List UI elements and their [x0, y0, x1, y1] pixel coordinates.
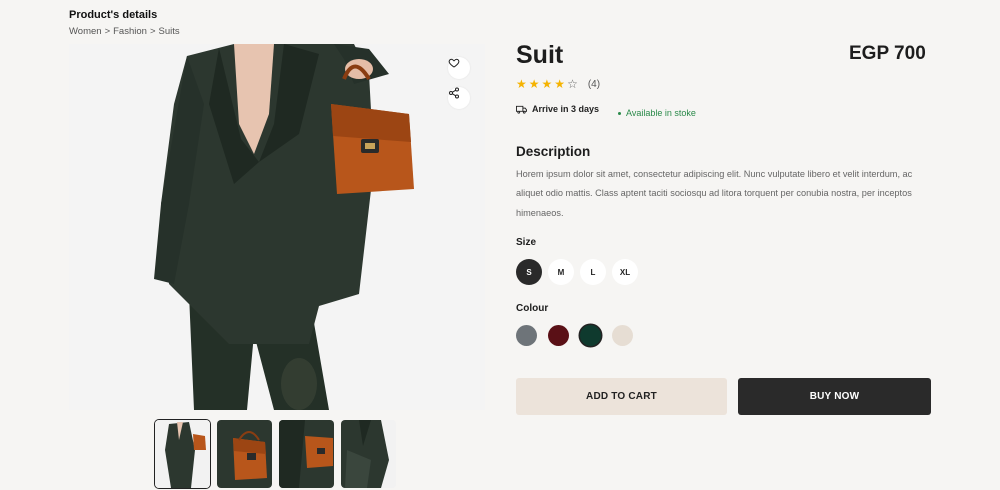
- breadcrumb-separator: >: [104, 26, 111, 37]
- add-to-cart-button[interactable]: ADD TO CART: [516, 378, 727, 415]
- thumbnail-4[interactable]: [341, 420, 396, 488]
- thumbnail-image: [279, 420, 334, 488]
- page-header: Product's details Women > Fashion > Suits: [69, 9, 180, 37]
- delivery-info: Arrive in 3 days: [516, 104, 599, 114]
- share-icon: [449, 87, 459, 99]
- star-icon: ★: [541, 77, 553, 91]
- thumbnail-image: [155, 420, 210, 488]
- size-option-l[interactable]: L: [580, 259, 606, 285]
- star-icon: ★: [528, 77, 540, 91]
- thumbnail-3[interactable]: [279, 420, 334, 488]
- breadcrumb-item-suits: Suits: [158, 26, 180, 37]
- buy-now-button[interactable]: BUY NOW: [738, 378, 931, 415]
- thumbnail-1[interactable]: [154, 419, 211, 489]
- delivery-text: Arrive in 3 days: [532, 104, 600, 114]
- thumbnail-image: [217, 420, 272, 488]
- thumbnail-strip: [154, 419, 396, 489]
- main-product-image: [69, 44, 485, 410]
- description-heading: Description: [516, 144, 591, 159]
- star-icon: ★: [554, 77, 566, 91]
- breadcrumb: Women > Fashion > Suits: [69, 26, 180, 37]
- breadcrumb-separator: >: [149, 26, 156, 37]
- product-name: Suit: [516, 41, 564, 69]
- description-text: Horem ipsum dolor sit amet, consectetur …: [516, 169, 913, 218]
- colour-swatch-dark-green[interactable]: [580, 325, 601, 346]
- size-option-xl[interactable]: XL: [612, 259, 638, 285]
- product-rating: ★ ★ ★ ★ ☆ (4): [516, 78, 600, 90]
- size-option-s[interactable]: S: [516, 259, 542, 285]
- colour-swatch-maroon[interactable]: [548, 325, 569, 346]
- stock-text: Available in stoke: [626, 108, 696, 118]
- size-options: S M L XL: [516, 259, 638, 285]
- heart-icon: [448, 58, 460, 68]
- review-count: (4): [587, 78, 601, 90]
- page-title: Product's details: [69, 9, 158, 21]
- thumbnail-image: [341, 420, 396, 488]
- star-outline-icon: ☆: [567, 77, 578, 91]
- colour-heading: Colour: [516, 303, 549, 314]
- thumbnail-2[interactable]: [217, 420, 272, 488]
- truck-icon: [516, 105, 527, 114]
- colour-swatch-grey[interactable]: [516, 325, 537, 346]
- size-option-m[interactable]: M: [548, 259, 574, 285]
- favorite-button[interactable]: [448, 57, 470, 79]
- size-heading: Size: [516, 237, 537, 248]
- breadcrumb-item-women[interactable]: Women: [69, 26, 102, 37]
- colour-swatch-beige[interactable]: [612, 325, 633, 346]
- share-button[interactable]: [448, 87, 470, 109]
- colour-options: [516, 325, 633, 346]
- star-icon: ★: [516, 77, 527, 91]
- product-price: EGP 700: [849, 43, 926, 64]
- status-dot-icon: [618, 111, 621, 115]
- model-in-suit-illustration: [69, 44, 485, 410]
- stock-status: Available in stoke: [618, 108, 696, 118]
- breadcrumb-item-fashion[interactable]: Fashion: [113, 26, 147, 37]
